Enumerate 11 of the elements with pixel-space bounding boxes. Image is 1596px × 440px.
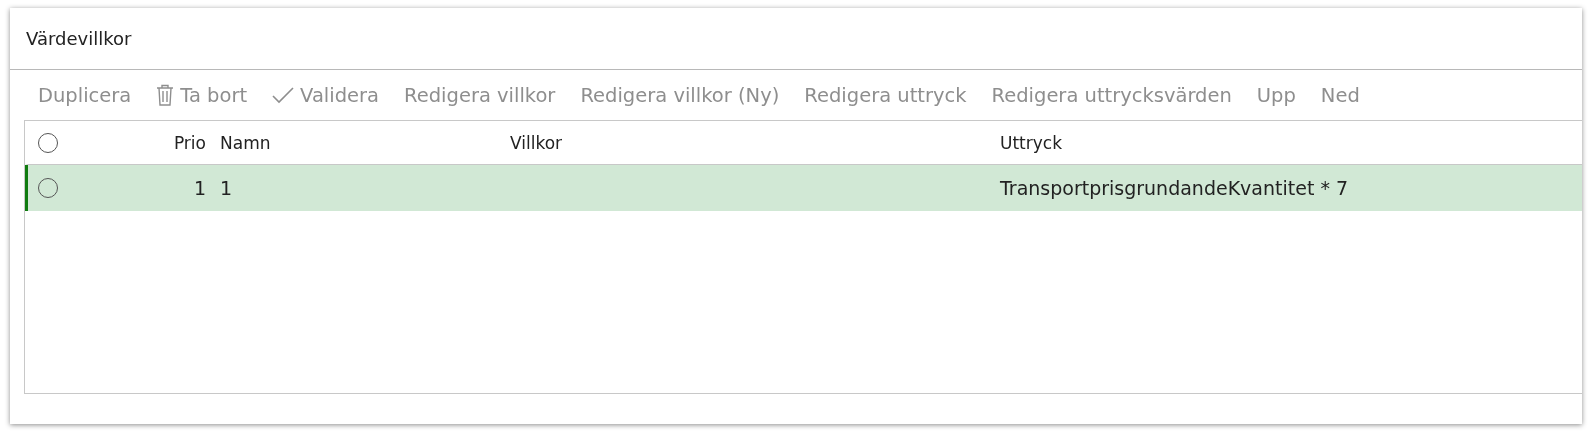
column-header[interactable]: Uttryck [992, 132, 1582, 153]
column-header[interactable]: Villkor [502, 132, 992, 153]
trash-icon [156, 84, 175, 106]
table-row[interactable]: 1 1 TransportprisgrundandeKvantitet * 7 [25, 165, 1582, 211]
check-icon [272, 86, 295, 104]
column-header[interactable]: Namn [212, 132, 502, 153]
table-cell-text: TransportprisgrundandeKvantitet * 7 [999, 177, 1350, 199]
panel-title: Värdevillkor [10, 8, 1582, 70]
column-header[interactable]: Prio [86, 132, 212, 153]
table-cell-text: 1 [192, 177, 207, 199]
table-cell-text: 1 [219, 177, 234, 199]
